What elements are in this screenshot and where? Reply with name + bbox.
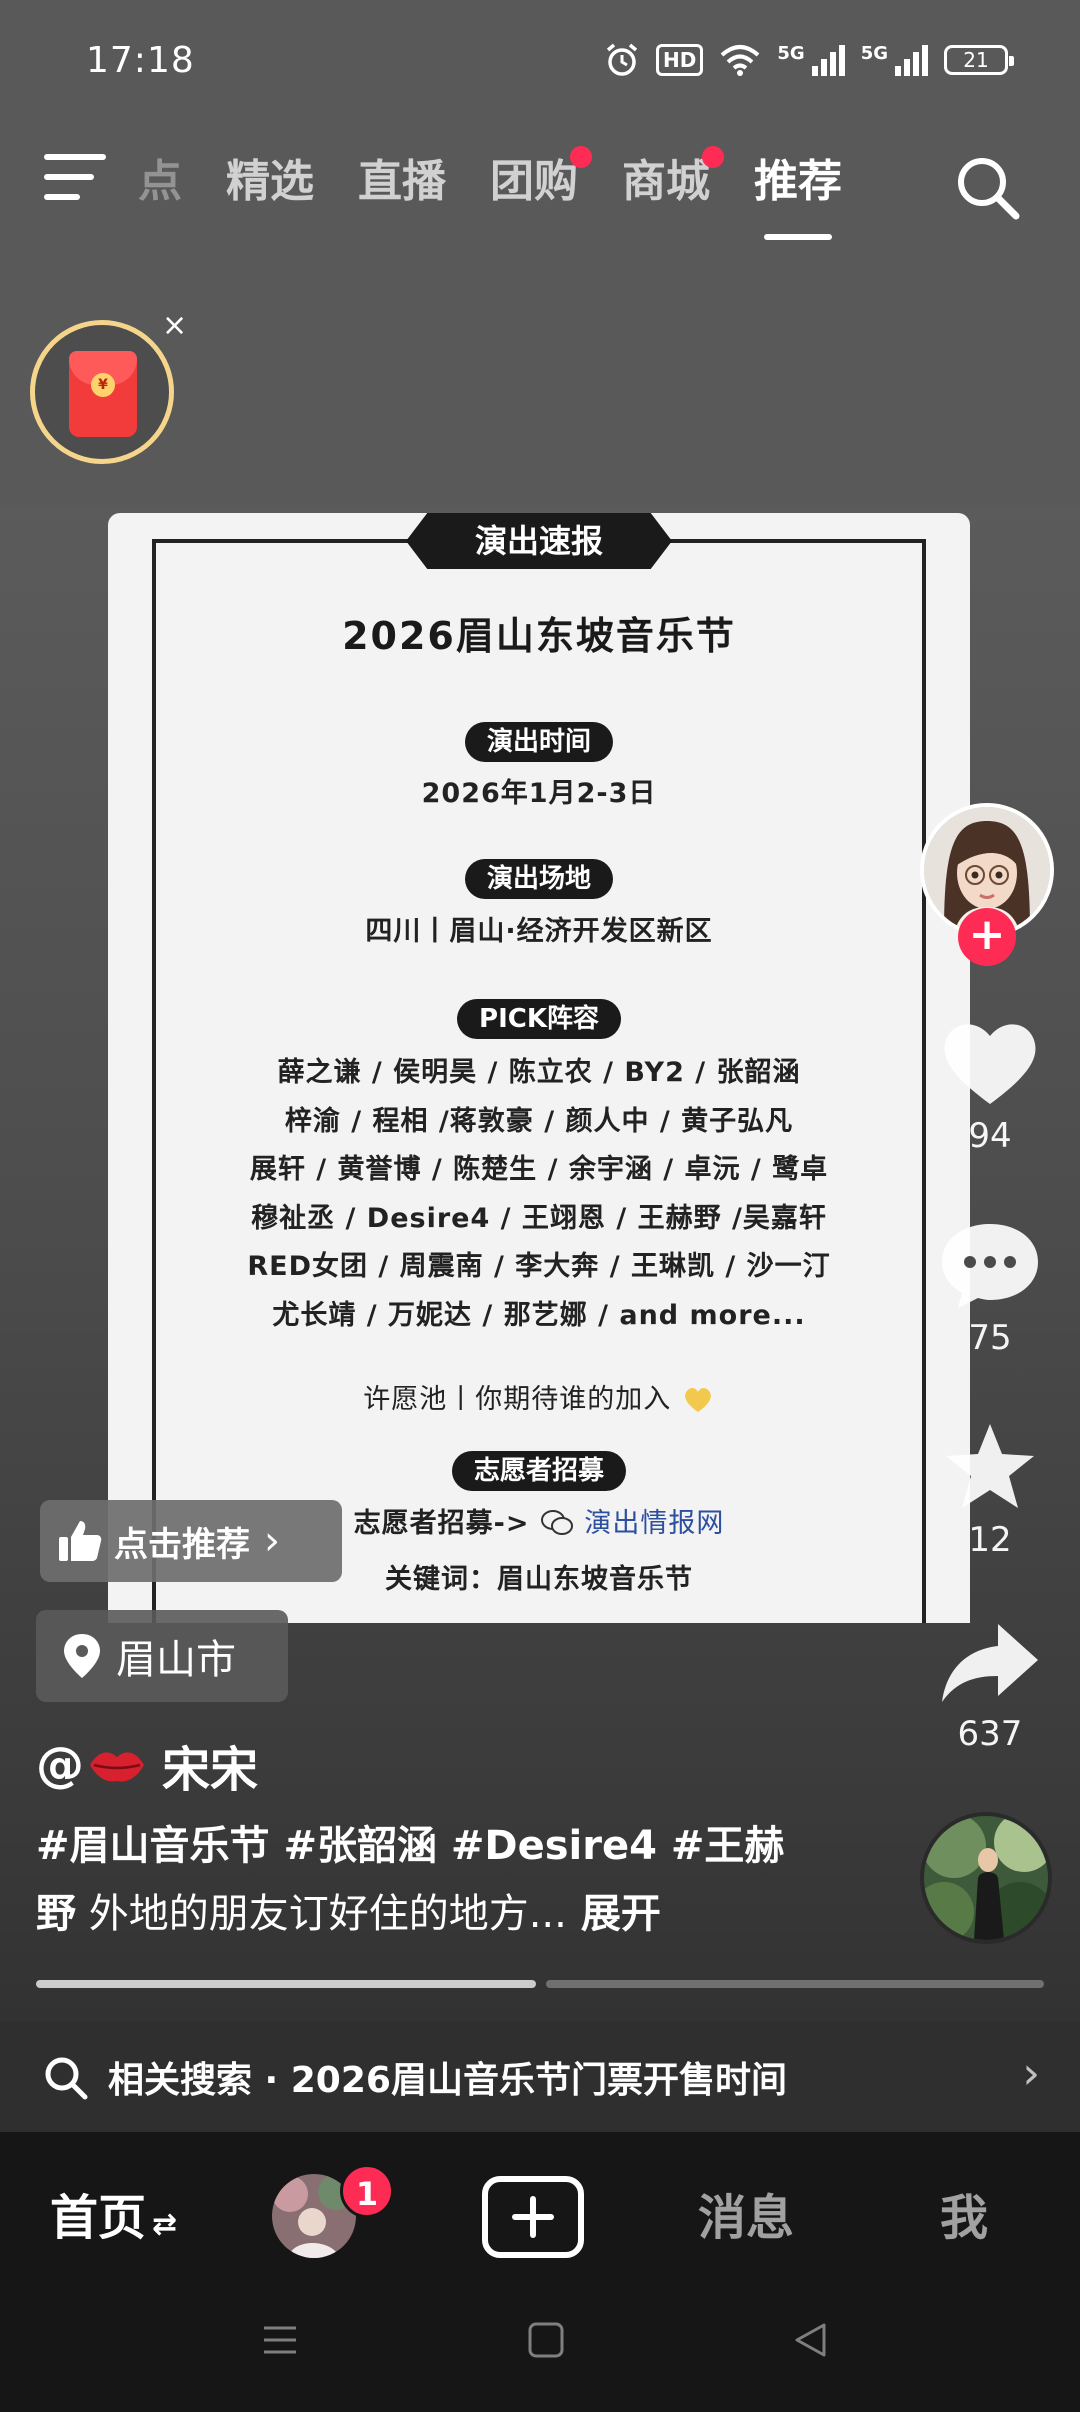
expand-link[interactable]: 展开 <box>581 1891 661 1937</box>
tab-featured[interactable]: 精选 <box>226 150 314 220</box>
lineup-line: 尤长靖 / 万妮达 / 那艺娜 / and more... <box>272 1300 806 1331</box>
progress-played[interactable] <box>36 1980 536 1988</box>
create-post-button[interactable] <box>482 2176 584 2258</box>
network-label-2: 5G <box>860 42 888 64</box>
like-button[interactable]: 94 <box>920 1016 1060 1156</box>
heart-icon <box>944 1024 1036 1104</box>
wechat-icon <box>540 1510 573 1535</box>
comment-button[interactable]: 75 <box>920 1218 1060 1358</box>
signal-icon <box>811 45 845 76</box>
comment-icon <box>942 1224 1038 1308</box>
location-chip[interactable]: 眉山市 <box>36 1610 288 1702</box>
share-arrow-icon <box>942 1624 1038 1702</box>
share-button[interactable]: 637 <box>920 1620 1060 1754</box>
related-search-text: 相关搜索 · 2026眉山音乐节门票开售时间 <box>108 2060 787 2101</box>
wish-line: 许愿池丨你期待谁的加入 <box>108 1377 970 1416</box>
nav-messages[interactable]: 消息 <box>698 2178 794 2248</box>
notification-dot <box>570 146 592 168</box>
video-caption: #眉山音乐节 #张韶涵 #Desire4 #王赫 野 外地的朋友订好住的地方..… <box>36 1812 816 1948</box>
poster-title: 2026眉山东坡音乐节 <box>342 614 736 658</box>
thumbs-up-icon <box>59 1521 102 1561</box>
nav-me[interactable]: 我 <box>940 2178 988 2248</box>
search-icon[interactable] <box>952 152 1022 222</box>
network-label-1: 5G <box>777 42 805 64</box>
caption-text: 外地的朋友订好住的地方... <box>76 1891 567 1937</box>
recent-apps-icon[interactable] <box>262 2322 298 2358</box>
lineup-line: 薛之谦 / 侯明昊 / 陈立农 / BY2 / 张韶涵 <box>277 1057 801 1088</box>
chevron-right-icon: › <box>1022 2048 1040 2099</box>
home-square-icon[interactable] <box>528 2322 564 2358</box>
venue-value: 四川丨眉山·经济开发区新区 <box>365 916 713 947</box>
battery-level: 21 <box>963 48 989 72</box>
pill-venue-label: 演出场地 <box>464 859 614 899</box>
favorite-count: 12 <box>968 1520 1012 1560</box>
caption-tags[interactable]: #眉山音乐节 #张韶涵 #Desire4 #王赫 <box>36 1823 784 1869</box>
related-search-bar[interactable]: 相关搜索 · 2026眉山音乐节门票开售时间 › <box>0 2022 1080 2132</box>
share-count: 637 <box>957 1714 1023 1754</box>
battery-icon: 21 <box>944 45 1014 75</box>
like-count: 94 <box>968 1116 1012 1156</box>
top-tabs: 点 精选 直播 团购 商城 推荐 <box>138 146 842 240</box>
tab-recommend[interactable]: 推荐 <box>754 150 842 240</box>
hd-badge: HD <box>656 44 704 76</box>
menu-icon[interactable] <box>44 152 106 202</box>
lineup-line: 梓渝 / 程相 /蒋敦豪 / 颜人中 / 黄子弘凡 <box>284 1106 794 1137</box>
comment-count: 75 <box>968 1318 1012 1358</box>
favorite-button[interactable]: 12 <box>920 1420 1060 1560</box>
tab-group-buy[interactable]: 团购 <box>490 146 592 220</box>
author-at: @ <box>36 1737 84 1793</box>
caption-tag-tail[interactable]: 野 <box>36 1891 76 1937</box>
nav-home-label: 首页 <box>50 2190 147 2246</box>
lineup-line: RED女团 / 周震南 / 李大奔 / 王琳凯 / 沙一汀 <box>247 1251 831 1282</box>
tab-mall[interactable]: 商城 <box>622 146 724 220</box>
follow-button[interactable]: + <box>958 908 1016 966</box>
star-icon <box>946 1424 1034 1508</box>
back-triangle-icon[interactable] <box>792 2322 828 2358</box>
lineup-line: 穆祉丞 / Desire4 / 王翊恩 / 王赫野 /吴嘉轩 <box>251 1203 827 1234</box>
wifi-icon <box>721 45 760 76</box>
switch-icon: ⇄ <box>152 2207 178 2242</box>
progress-remaining[interactable] <box>546 1980 1044 1988</box>
pill-time-label: 演出时间 <box>464 722 614 762</box>
lineup-line: 展轩 / 黄誉博 / 陈楚生 / 余宇涵 / 卓沅 / 鹭卓 <box>249 1154 829 1185</box>
red-packet-icon: ¥ <box>69 351 137 437</box>
bottom-nav-background <box>0 2132 1080 2412</box>
chevron-right-icon: › <box>264 1518 280 1564</box>
author-name[interactable]: @ 宋宋 <box>36 1730 258 1800</box>
recommend-label: 点击推荐 <box>114 1524 250 1565</box>
time-value: 2026年1月2-3日 <box>421 778 657 809</box>
status-icons: HD 5G 5G 21 <box>604 42 1014 78</box>
red-packet-widget[interactable]: ¥ <box>30 320 174 464</box>
poster-banner: 演出速报 <box>406 513 672 569</box>
pill-lineup-label: PICK阵容 <box>457 999 621 1039</box>
tab-faded[interactable]: 点 <box>138 150 182 220</box>
alarm-icon <box>606 43 638 76</box>
pill-volunteer-label: 志愿者招募 <box>451 1451 627 1491</box>
location-pin-icon <box>64 1634 100 1678</box>
location-label: 眉山市 <box>116 1637 236 1683</box>
author-display-name: 宋宋 <box>162 1742 259 1798</box>
status-time: 17:18 <box>86 40 195 81</box>
app-root: 17:18 HD 5G 5G 21 点 精选 直播 团购 商城 推荐 ¥ × 演… <box>0 0 1080 2412</box>
search-icon <box>45 2057 88 2100</box>
video-poster: 演出速报 2026眉山东坡音乐节 演出时间 2026年1月2-3日 演出场地 四… <box>108 513 970 1623</box>
recommend-button[interactable]: 点击推荐 › <box>40 1500 342 1582</box>
friends-badge: 1 <box>340 2164 394 2218</box>
lips-emoji-icon <box>90 1752 144 1782</box>
signal-icon <box>895 45 928 76</box>
nav-home[interactable]: 首页 ⇄ <box>50 2178 177 2248</box>
heart-hand-icon <box>684 1388 711 1412</box>
tab-live[interactable]: 直播 <box>358 150 446 220</box>
music-disc[interactable] <box>920 1812 1052 1944</box>
close-icon[interactable]: × <box>162 308 187 343</box>
notification-dot <box>702 146 724 168</box>
